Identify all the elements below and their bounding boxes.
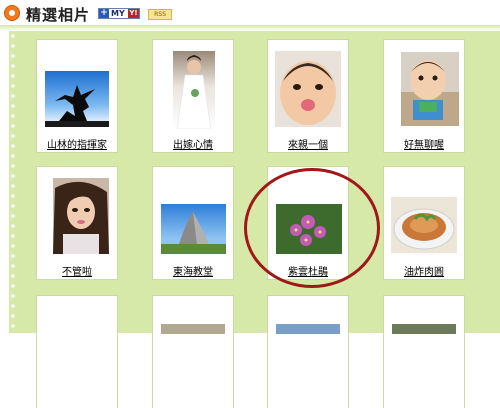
photo-caption[interactable]: 山林的指揮家: [37, 136, 117, 151]
photo-caption[interactable]: 來親一個: [268, 136, 348, 151]
photo-caption[interactable]: 出嫁心情: [153, 136, 233, 151]
logo-circle-icon: [4, 5, 20, 21]
baby-chair-photo[interactable]: [401, 52, 459, 126]
girl-portrait-photo[interactable]: [53, 178, 109, 254]
photo-card[interactable]: 油炸肉圓: [384, 167, 464, 279]
yahoo-y-icon: Y!: [128, 9, 139, 18]
highlight-circle: [244, 168, 380, 288]
photo-card[interactable]: 東海教堂: [153, 167, 233, 279]
baby-kiss-photo[interactable]: [275, 51, 341, 127]
section-title: 精選相片: [26, 6, 91, 24]
photo-card[interactable]: [37, 296, 117, 408]
photo-card[interactable]: [268, 296, 348, 408]
photo-caption[interactable]: 油炸肉圓: [384, 263, 464, 278]
photo-card[interactable]: 出嫁心情: [153, 40, 233, 152]
photo-caption[interactable]: 東海教堂: [153, 263, 233, 278]
photo-card[interactable]: 好無聊喔: [384, 40, 464, 152]
fried-meatball-photo[interactable]: [391, 197, 457, 253]
myyahoo-label: MY: [111, 9, 125, 18]
photo-card[interactable]: [153, 296, 233, 408]
photo-caption[interactable]: 不管啦: [37, 263, 117, 278]
silhouette-tree-icon[interactable]: [45, 71, 109, 127]
header: 精選相片 + MY Y! RSS: [0, 0, 500, 32]
photo-card[interactable]: 來親一個: [268, 40, 348, 152]
add-to-myyahoo-button[interactable]: + MY Y!: [98, 8, 140, 19]
plus-icon: +: [99, 8, 109, 18]
photo-card[interactable]: 不管啦: [37, 167, 117, 279]
photo-card[interactable]: [384, 296, 464, 408]
perforated-edge: [9, 31, 17, 333]
photo-card[interactable]: 山林的指揮家: [37, 40, 117, 152]
church-photo[interactable]: [161, 204, 226, 254]
bride-photo[interactable]: [173, 51, 215, 129]
photo-caption[interactable]: 好無聊喔: [384, 136, 464, 151]
rss-button[interactable]: RSS: [148, 9, 172, 20]
